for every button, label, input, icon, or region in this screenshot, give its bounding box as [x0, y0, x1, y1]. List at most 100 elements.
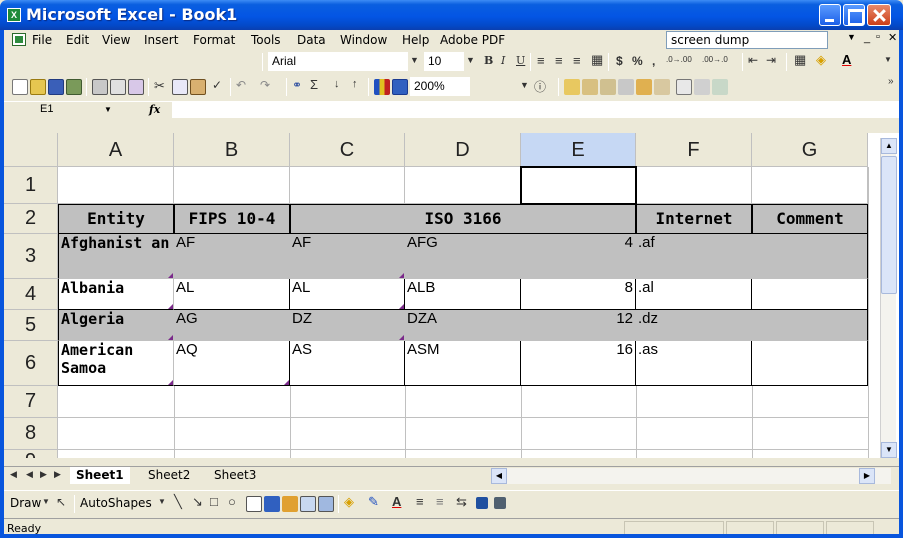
header-iso-3166[interactable]: ISO 3166	[290, 204, 636, 234]
3d-style-icon[interactable]	[494, 497, 506, 509]
chevron-down-icon[interactable]: ▼	[104, 105, 112, 114]
line-style-icon[interactable]: ≡	[416, 494, 424, 509]
header-comment[interactable]: Comment	[752, 204, 868, 234]
minimize-button[interactable]	[819, 4, 841, 26]
toolbar-overflow-icon[interactable]: »	[888, 76, 894, 87]
scroll-right-icon[interactable]: ▶	[859, 468, 875, 484]
font-color-icon[interactable]: A	[392, 494, 401, 509]
help-icon[interactable]: ⓘ	[534, 78, 546, 95]
cell-entity[interactable]: American Samoa	[58, 341, 174, 386]
column-header-c[interactable]: C	[290, 133, 405, 167]
comment-indicator[interactable]	[168, 304, 173, 309]
row-header-7[interactable]: 7	[4, 386, 58, 418]
cell-entity[interactable]: Algeria	[58, 310, 174, 341]
cell-d1[interactable]	[405, 167, 521, 204]
row-header-4[interactable]: 4	[4, 279, 58, 310]
scroll-left-icon[interactable]: ◀	[491, 468, 507, 484]
diagram-icon[interactable]	[282, 496, 298, 512]
menu-window[interactable]: Window	[340, 33, 387, 47]
cell-iso3[interactable]: ALB	[405, 279, 521, 310]
increase-indent-icon[interactable]: ⇥	[766, 53, 776, 67]
vertical-scroll-thumb[interactable]	[881, 156, 897, 294]
comment-indicator[interactable]	[284, 380, 289, 385]
cell-iso-numeric[interactable]: 8	[521, 279, 636, 310]
currency-button[interactable]: $	[616, 54, 623, 68]
decrease-indent-icon[interactable]: ⇤	[748, 53, 758, 67]
workbook-close-icon[interactable]: ✕	[888, 31, 897, 44]
row-header-1[interactable]: 1	[4, 167, 58, 204]
cell-c1[interactable]	[290, 167, 405, 204]
menu-format[interactable]: Format	[193, 33, 235, 47]
underline-button[interactable]: U	[516, 54, 525, 67]
redo-icon[interactable]: ↷	[260, 78, 270, 92]
cell-comment[interactable]	[752, 341, 868, 386]
reviewing-icon-9[interactable]	[712, 79, 728, 95]
column-header-d[interactable]: D	[405, 133, 521, 167]
row-header-3[interactable]: 3	[4, 234, 58, 279]
cell-comment[interactable]	[752, 234, 868, 279]
header-entity[interactable]: Entity	[58, 204, 174, 234]
workbook-icon[interactable]	[12, 33, 26, 46]
autoshapes-menu[interactable]: AutoShapes	[80, 496, 152, 510]
chevron-down-icon[interactable]: ▼	[158, 497, 166, 506]
cell-comment[interactable]	[752, 279, 868, 310]
comma-button[interactable]: ,	[652, 54, 655, 68]
cell-fips[interactable]: AF	[174, 234, 290, 279]
row-header-8[interactable]: 8	[4, 418, 58, 450]
column-header-f[interactable]: F	[636, 133, 752, 167]
comment-indicator[interactable]	[168, 380, 173, 385]
cell-fips[interactable]: AL	[174, 279, 290, 310]
merge-center-icon[interactable]: ▦	[591, 52, 603, 68]
ask-question-box[interactable]: screen dump	[666, 31, 828, 49]
cell-f1[interactable]	[636, 167, 752, 204]
format-painter-icon[interactable]: ✓	[212, 78, 222, 92]
align-center-icon[interactable]: ≡	[555, 53, 563, 68]
name-box[interactable]: E1	[8, 103, 108, 118]
reviewing-icon-4[interactable]	[618, 79, 634, 95]
menu-adobe-pdf[interactable]: Adobe PDF	[440, 33, 505, 47]
picture-icon[interactable]	[318, 496, 334, 512]
new-icon[interactable]	[12, 79, 28, 95]
scroll-up-icon[interactable]: ▲	[881, 138, 897, 154]
cell-iso2[interactable]: DZ	[290, 310, 405, 341]
shadow-style-icon[interactable]	[476, 497, 488, 509]
chevron-down-icon[interactable]: ▼	[42, 497, 50, 506]
toolbar-options-icon[interactable]: ▼	[884, 55, 892, 64]
copy-icon[interactable]	[172, 79, 188, 95]
chevron-down-icon[interactable]: ▼	[520, 80, 529, 90]
chart-wizard-icon[interactable]	[374, 79, 390, 95]
row-header-5[interactable]: 5	[4, 310, 58, 341]
cell-g1[interactable]	[752, 167, 868, 204]
menu-edit[interactable]: Edit	[66, 33, 89, 47]
cell-iso3[interactable]: AFG	[405, 234, 521, 279]
wordart-icon[interactable]	[264, 496, 280, 512]
row-header-6[interactable]: 6	[4, 341, 58, 386]
reviewing-icon-1[interactable]	[564, 79, 580, 95]
text-box-icon[interactable]	[246, 496, 262, 512]
cell-fips[interactable]: AG	[174, 310, 290, 341]
dash-style-icon[interactable]: ≡	[436, 494, 444, 509]
cell-iso3[interactable]: ASM	[405, 341, 521, 386]
cell-a1[interactable]	[58, 167, 174, 204]
last-sheet-icon[interactable]: ▶	[54, 469, 61, 480]
menu-data[interactable]: Data	[297, 33, 326, 47]
menu-help[interactable]: Help	[402, 33, 429, 47]
sheet-tab-sheet3[interactable]: Sheet3	[208, 467, 262, 484]
excel-app-icon[interactable]: X	[7, 8, 21, 22]
row-header-9[interactable]: 9	[4, 450, 58, 458]
insert-function-icon[interactable]: fx	[149, 103, 160, 116]
reviewing-icon-2[interactable]	[582, 79, 598, 95]
comment-indicator[interactable]	[399, 273, 404, 278]
prev-sheet-icon[interactable]: ◀	[26, 469, 33, 480]
menu-insert[interactable]: Insert	[144, 33, 178, 47]
open-icon[interactable]	[30, 79, 46, 95]
align-left-icon[interactable]: ≡	[537, 53, 545, 68]
column-header-e[interactable]: E	[521, 133, 636, 167]
oval-icon[interactable]: ○	[228, 494, 236, 509]
comment-indicator[interactable]	[168, 273, 173, 278]
drawing-icon[interactable]	[392, 79, 408, 95]
select-all-corner[interactable]	[4, 133, 58, 167]
zoom-combo[interactable]: 200%	[410, 77, 470, 96]
autosum-icon[interactable]: Σ	[310, 77, 318, 92]
bold-button[interactable]: B	[484, 54, 493, 67]
